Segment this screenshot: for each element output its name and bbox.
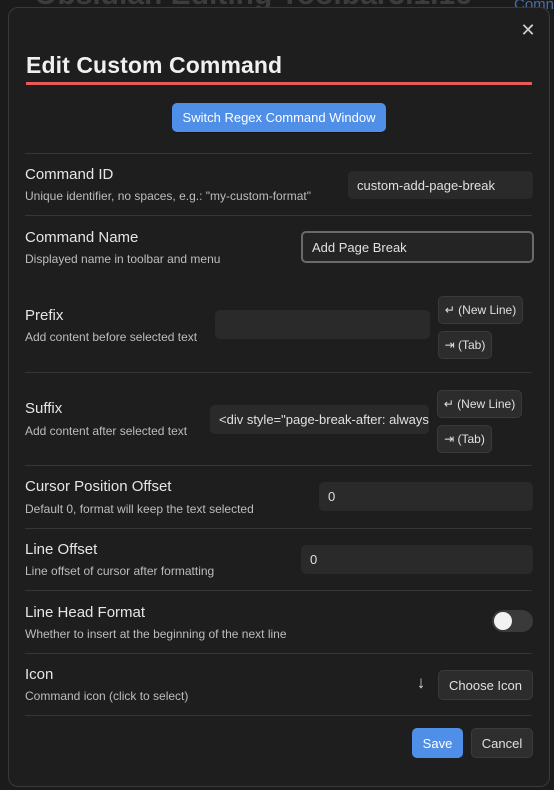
arrow-down-icon: ↓ <box>416 673 426 692</box>
line-offset-input[interactable]: 0 <box>301 545 533 574</box>
cursor-offset-label: Cursor Position Offset <box>25 478 172 495</box>
line-head-format-label: Line Head Format <box>25 604 146 621</box>
line-head-format-desc: Whether to insert at the beginning of th… <box>25 627 287 641</box>
divider <box>25 215 532 216</box>
icon-desc: Command icon (click to select) <box>25 689 189 703</box>
prefix-input[interactable] <box>215 310 430 339</box>
command-name-desc: Displayed name in toolbar and menu <box>25 252 221 266</box>
line-offset-desc: Line offset of cursor after formatting <box>25 564 215 578</box>
choose-icon-button[interactable]: Choose Icon <box>438 670 533 700</box>
line-offset-label: Line Offset <box>25 541 98 558</box>
switch-regex-button[interactable]: Switch Regex Command Window <box>172 103 386 132</box>
suffix-new-line-button[interactable]: ↵ (New Line) <box>437 390 522 418</box>
command-id-desc: Unique identifier, no spaces, e.g.: "my-… <box>25 189 311 203</box>
save-button[interactable]: Save <box>412 728 463 758</box>
cancel-button[interactable]: Cancel <box>471 728 533 758</box>
prefix-new-line-button[interactable]: ↵ (New Line) <box>438 296 523 324</box>
close-icon[interactable]: ✕ <box>514 16 542 44</box>
suffix-desc: Add content after selected text <box>25 424 188 438</box>
toggle-knob <box>494 612 512 630</box>
suffix-input[interactable]: <div style="page-break-after: always"></… <box>210 405 429 434</box>
command-id-label: Command ID <box>25 166 114 183</box>
command-name-label: Command Name <box>25 229 139 246</box>
divider <box>25 653 532 654</box>
cursor-offset-input[interactable]: 0 <box>319 482 533 511</box>
suffix-label: Suffix <box>25 400 63 417</box>
prefix-tab-button[interactable]: ⇥ (Tab) <box>438 331 492 359</box>
divider <box>25 372 532 373</box>
cursor-offset-desc: Default 0, format will keep the text sel… <box>25 502 254 516</box>
command-name-input[interactable]: Add Page Break <box>301 231 534 263</box>
divider <box>25 715 532 716</box>
prefix-desc: Add content before selected text <box>25 330 198 344</box>
prefix-label: Prefix <box>25 307 64 324</box>
icon-label: Icon <box>25 666 54 683</box>
line-head-format-toggle[interactable] <box>492 610 533 632</box>
command-id-input[interactable]: custom-add-page-break <box>348 171 533 199</box>
title-underline <box>26 82 532 85</box>
suffix-tab-button[interactable]: ⇥ (Tab) <box>437 425 492 453</box>
divider <box>25 153 532 154</box>
modal-title: Edit Custom Command <box>26 52 283 78</box>
divider <box>25 590 532 591</box>
divider <box>25 528 532 529</box>
edit-command-modal: ✕ Edit Custom Command Switch Regex Comma… <box>8 7 550 787</box>
divider <box>25 465 532 466</box>
